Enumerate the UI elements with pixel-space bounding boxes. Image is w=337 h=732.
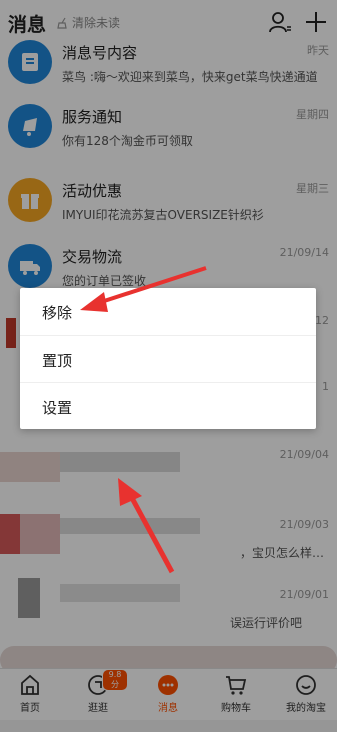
menu-item-remove[interactable]: 移除 bbox=[20, 288, 316, 335]
menu-item-settings[interactable]: 设置 bbox=[20, 382, 316, 430]
context-menu: 移除 置顶 设置 bbox=[20, 288, 316, 429]
menu-item-label: 移除 bbox=[42, 304, 73, 322]
menu-item-label: 置顶 bbox=[42, 352, 73, 370]
menu-item-pin[interactable]: 置顶 bbox=[20, 335, 316, 383]
menu-item-label: 设置 bbox=[42, 399, 73, 417]
